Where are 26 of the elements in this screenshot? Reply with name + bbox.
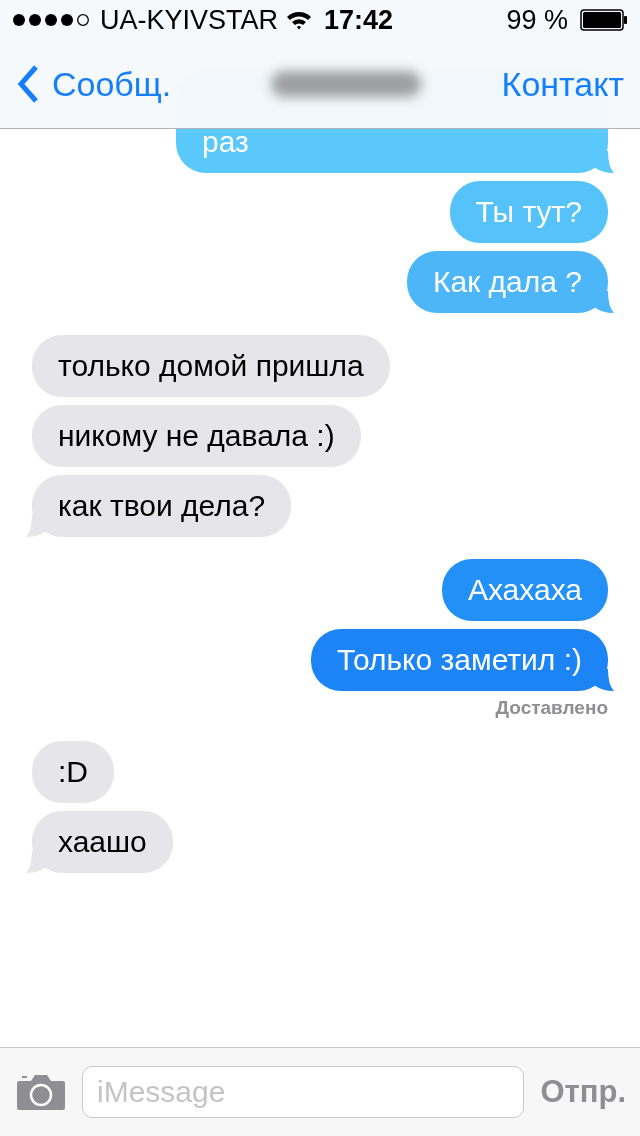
- bubble-tail-icon: [594, 291, 614, 313]
- battery-percent: 99 %: [506, 4, 568, 36]
- chevron-left-icon: [16, 64, 40, 104]
- message-bubble: Ты тут?: [449, 181, 608, 243]
- message-bubble: только домой пришла: [32, 335, 390, 397]
- message-bubble: :D: [32, 741, 114, 803]
- carrier-name: UA-KYIVSTAR: [100, 4, 279, 36]
- message-bubble: как твои дела?: [32, 475, 292, 537]
- back-button[interactable]: Сообщ.: [16, 64, 172, 104]
- clock-time: 17:42: [324, 4, 394, 36]
- message-bubble: никому не давала :): [32, 405, 361, 467]
- bubble-tail-icon: [594, 151, 614, 173]
- message-bubble: Только заметил :): [310, 629, 608, 691]
- signal-icon: [12, 13, 90, 27]
- message-bubble: хаашо: [32, 811, 173, 873]
- message-input[interactable]: iMessage: [82, 1066, 525, 1118]
- send-button[interactable]: Отпр.: [540, 1074, 626, 1110]
- battery-icon: [580, 9, 628, 31]
- bubble-tail-icon: [26, 515, 46, 537]
- bubble-tail-icon: [26, 851, 46, 873]
- bubble-tail-icon: [594, 669, 614, 691]
- message-bubble: Ахахаха: [441, 559, 608, 621]
- camera-icon[interactable]: [16, 1073, 66, 1111]
- wifi-icon: [286, 10, 313, 30]
- message-bubble: Как дала ?: [406, 251, 608, 313]
- delivery-status: Доставлено: [495, 697, 608, 719]
